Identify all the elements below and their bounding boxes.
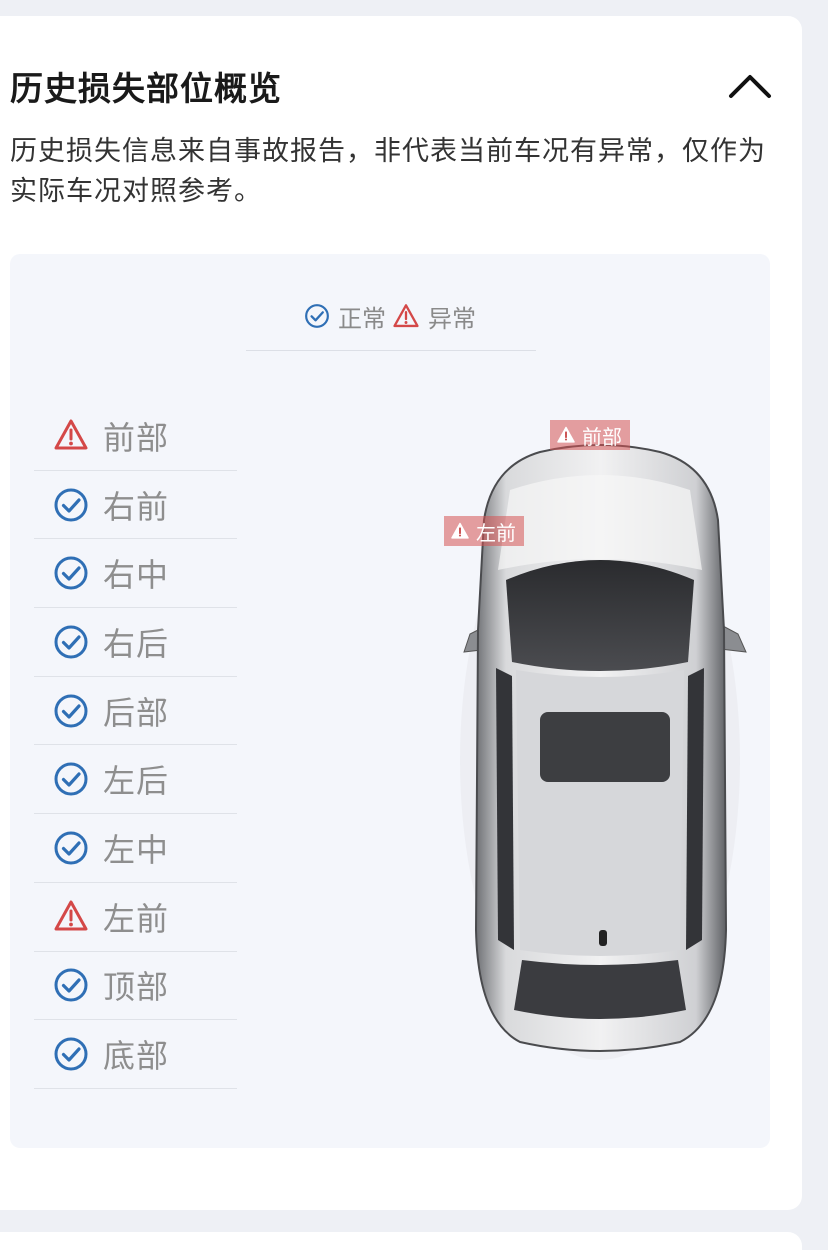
part-row[interactable]: 左前: [34, 883, 237, 952]
section-title: 历史损失部位概览: [10, 69, 282, 108]
part-label: 右中: [103, 556, 170, 595]
chevron-up-icon: [729, 75, 771, 98]
car-tag-left-front: 左前: [444, 516, 524, 546]
part-label: 左后: [103, 762, 170, 801]
legend-divider: [246, 350, 536, 351]
warning-icon: [53, 418, 89, 454]
warning-icon: [54, 419, 88, 450]
check-circle-icon: [53, 555, 89, 591]
check-circle-icon: [54, 488, 88, 522]
check-circle-icon: [54, 694, 88, 728]
check-circle-icon: [305, 304, 329, 328]
warning-icon: [53, 899, 89, 935]
next-card: [0, 1232, 802, 1250]
check-circle-icon: [53, 1036, 89, 1072]
part-label: 右前: [103, 487, 170, 526]
part-row[interactable]: 左后: [34, 745, 237, 815]
check-circle-icon: [54, 968, 88, 1002]
check-circle-icon: [54, 831, 88, 865]
part-row[interactable]: 右中: [34, 539, 237, 609]
car-tag-left-front-label: 左前: [476, 520, 516, 545]
part-label: 前部: [103, 418, 170, 457]
car-tag-front: 前部: [550, 420, 630, 450]
part-label: 顶部: [103, 968, 170, 1007]
check-circle-icon: [54, 625, 88, 659]
part-label: 右后: [103, 624, 170, 663]
check-circle-icon: [54, 556, 88, 590]
check-circle-icon: [53, 693, 89, 729]
section-description: 历史损失信息来自事故报告，非代表当前车况有异常，仅作为实际车况对照参考。: [10, 136, 766, 207]
part-label: 后部: [103, 693, 170, 732]
part-row[interactable]: 后部: [34, 677, 237, 746]
check-circle-icon: [54, 1037, 88, 1071]
part-row[interactable]: 右前: [34, 471, 237, 540]
warning-icon: [393, 304, 419, 328]
part-label: 左中: [103, 830, 170, 869]
check-circle-icon: [53, 830, 89, 866]
check-circle-icon: [53, 761, 89, 797]
parts-list: 前部右前右中右后后部左后左中左前顶部底部: [34, 402, 237, 1089]
warning-icon: [54, 900, 88, 931]
part-row[interactable]: 右后: [34, 608, 237, 677]
legend-abnormal: 异常: [392, 299, 476, 334]
legend-normal: 正常: [304, 299, 386, 334]
warning-icon: [451, 522, 469, 539]
check-circle-icon: [53, 624, 89, 660]
check-circle-icon: [53, 487, 89, 523]
check-circle-icon: [54, 762, 88, 796]
car-top-view: 前部 左前: [440, 420, 760, 1070]
part-row[interactable]: 顶部: [34, 952, 237, 1021]
part-label: 底部: [103, 1037, 170, 1076]
part-row[interactable]: 底部: [34, 1020, 237, 1089]
status-legend: 正常 异常: [0, 296, 780, 336]
car-tag-front-label: 前部: [582, 424, 622, 449]
legend-abnormal-label: 异常: [428, 304, 476, 333]
collapse-button[interactable]: [722, 62, 778, 108]
part-label: 左前: [103, 899, 170, 938]
check-circle-icon: [53, 967, 89, 1003]
legend-normal-label: 正常: [338, 304, 386, 333]
part-row[interactable]: 前部: [34, 402, 237, 471]
warning-icon: [557, 426, 575, 443]
part-row[interactable]: 左中: [34, 814, 237, 883]
